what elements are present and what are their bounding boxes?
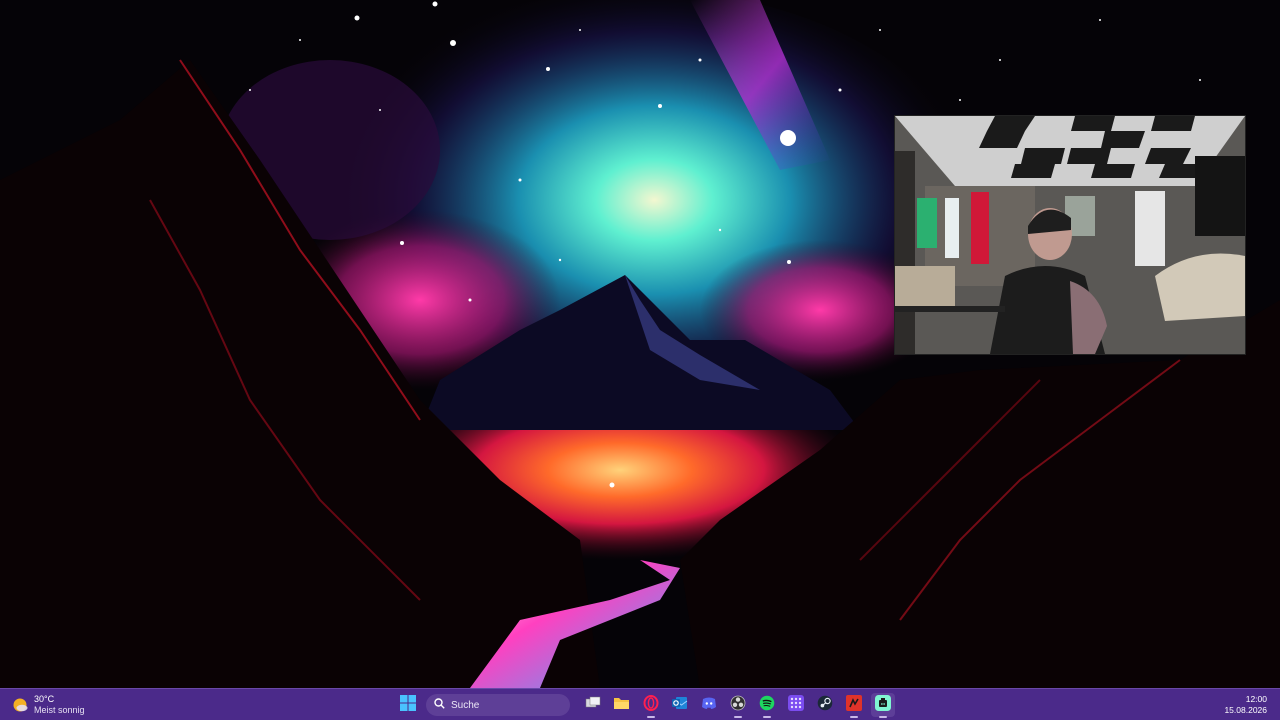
steam-button[interactable]: [813, 693, 837, 717]
search-icon: [434, 696, 445, 714]
obs-icon: [730, 695, 746, 716]
opera-gx-button[interactable]: [639, 693, 663, 718]
spotify-button[interactable]: [755, 693, 779, 718]
file-explorer-button[interactable]: [610, 693, 634, 717]
start-button[interactable]: [396, 693, 420, 717]
task-view-icon: [585, 695, 601, 716]
windows-logo-icon: [399, 694, 416, 716]
webcam-overlay: [895, 116, 1245, 354]
clock-time: 12:00: [1245, 694, 1267, 704]
outlook-button[interactable]: [668, 693, 692, 717]
taskbar: 30°C Meist sonnig Suche 12:00 15.08.2026: [0, 688, 1280, 720]
search-placeholder: Suche: [451, 699, 480, 711]
grid-icon: [787, 694, 804, 716]
game-icon: [845, 694, 862, 716]
search-bar[interactable]: Suche: [426, 694, 570, 716]
sun-icon: [12, 697, 28, 713]
discord-icon: [701, 695, 717, 716]
app-grid-button[interactable]: [784, 693, 808, 717]
discord-button[interactable]: [697, 693, 721, 717]
opera-icon: [643, 694, 659, 716]
task-view-button[interactable]: [581, 693, 605, 717]
obs-button[interactable]: [726, 693, 750, 718]
folder-icon: [613, 695, 630, 716]
clock-date: 15.08.2026: [1224, 705, 1267, 715]
outlook-icon: [671, 695, 688, 716]
weather-temperature: 30°C: [34, 694, 55, 704]
spotify-icon: [759, 695, 775, 716]
streamlabs-button[interactable]: [870, 693, 895, 718]
weather-condition: Meist sonnig: [34, 705, 85, 715]
taskbar-center: Suche: [393, 692, 897, 718]
weather-widget[interactable]: 30°C Meist sonnig: [12, 693, 85, 717]
steam-icon: [817, 695, 833, 716]
system-clock[interactable]: 12:00 15.08.2026: [1224, 694, 1267, 716]
game-app-button[interactable]: [842, 693, 866, 718]
streamlabs-icon: [874, 694, 891, 716]
